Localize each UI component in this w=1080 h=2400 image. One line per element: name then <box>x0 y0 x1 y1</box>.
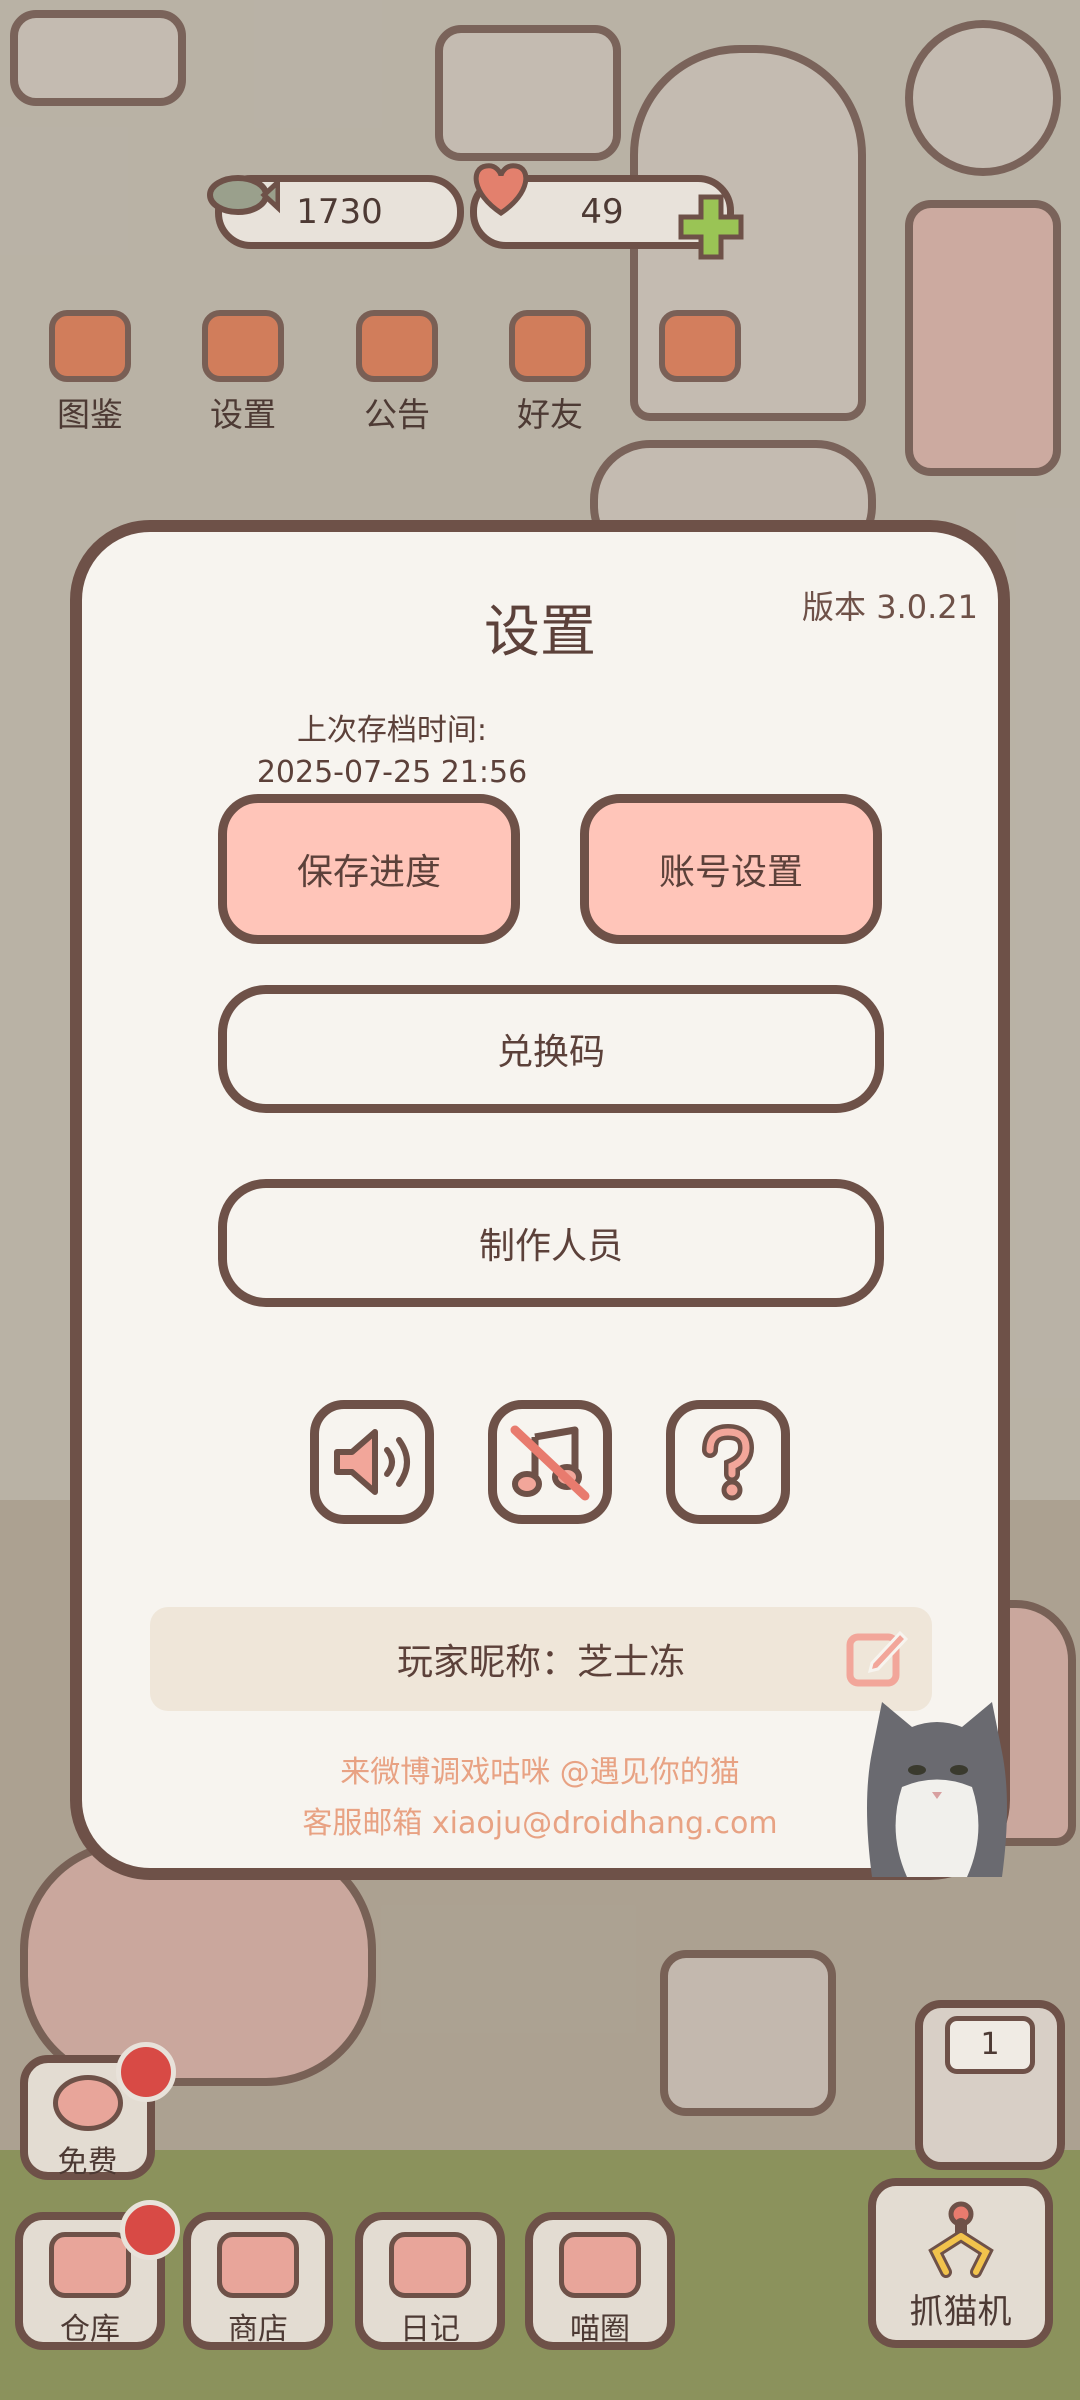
help-icon <box>702 1423 755 1501</box>
account-settings-label: 账号设置 <box>658 852 803 893</box>
fish-count: 1730 <box>296 192 383 232</box>
claw-icon <box>927 2201 994 2278</box>
redeem-code-button[interactable]: 兑换码 <box>218 985 884 1113</box>
menu-hearts[interactable] <box>655 310 745 382</box>
gear-icon <box>202 310 284 382</box>
menu-friends[interactable]: 好友 <box>505 310 595 436</box>
menu-friends-label: 好友 <box>517 395 583 434</box>
nav-shop-label: 商店 <box>228 2312 288 2347</box>
menu-settings-label: 设置 <box>210 395 276 434</box>
nav-shop[interactable]: 商店 <box>183 2212 333 2350</box>
free-label: 免费 <box>57 2145 118 2180</box>
help-button[interactable] <box>666 1400 790 1524</box>
weibo-link[interactable]: 来微博调戏咕咪 @遇见你的猫 <box>82 1747 998 1791</box>
fish-icon <box>207 175 280 215</box>
music-toggle-button[interactable] <box>488 1400 612 1524</box>
last-save-time: 2025-07-25 21:56 <box>256 755 528 790</box>
claw-machine-button[interactable]: 抓猫机 <box>868 2178 1053 2348</box>
nickname-bar: 玩家昵称：芝士冻 <box>150 1607 932 1711</box>
last-save-label: 上次存档时间: <box>296 713 488 748</box>
credits-label: 制作人员 <box>478 1226 623 1267</box>
nav-diary[interactable]: 日记 <box>355 2212 505 2350</box>
nav-cat-circle[interactable]: 喵圈 <box>525 2212 675 2350</box>
last-save-info: 上次存档时间: 2025-07-25 21:56 <box>242 710 542 794</box>
friends-icon <box>509 310 591 382</box>
heart-count: 49 <box>580 192 624 232</box>
account-settings-button[interactable]: 账号设置 <box>580 794 882 944</box>
free-notification-badge <box>116 2042 176 2102</box>
edit-icon[interactable] <box>844 1625 910 1691</box>
shop-icon <box>217 2232 299 2298</box>
sound-icon <box>334 1429 410 1495</box>
cat-planet-icon <box>559 2232 641 2298</box>
nav-storage-label: 仓库 <box>60 2312 120 2347</box>
menu-settings[interactable]: 设置 <box>198 310 288 436</box>
storage-icon <box>49 2232 131 2298</box>
nickname-label: 玩家昵称：芝士冻 <box>396 1642 685 1683</box>
menu-catalog[interactable]: 图鉴 <box>45 310 135 436</box>
menu-catalog-label: 图鉴 <box>57 395 123 434</box>
diary-icon <box>389 2232 471 2298</box>
version-label: 版本 3.0.21 <box>802 588 978 626</box>
nav-cat-circle-label: 喵圈 <box>570 2312 630 2347</box>
menu-announcements-label: 公告 <box>364 395 430 434</box>
heart-icon <box>473 163 529 217</box>
support-email[interactable]: 客服邮箱 xiaoju@droidhang.com <box>82 1798 998 1842</box>
gift-icon <box>356 310 438 382</box>
nav-diary-label: 日记 <box>400 2312 460 2347</box>
broken-heart-icon <box>659 310 741 382</box>
heart-gift-icon <box>52 2075 123 2131</box>
storage-notification-badge <box>120 2200 180 2260</box>
cat-photo <box>867 1702 1007 1877</box>
settings-dialog: 设置 版本 3.0.21 上次存档时间: 2025-07-25 21:56 保存… <box>70 520 1010 1880</box>
music-off-icon <box>510 1425 590 1501</box>
cat-book-icon <box>49 310 131 382</box>
credits-button[interactable]: 制作人员 <box>218 1179 884 1307</box>
save-progress-label: 保存进度 <box>296 852 441 893</box>
save-progress-button[interactable]: 保存进度 <box>218 794 520 944</box>
add-hearts-icon[interactable] <box>676 192 746 262</box>
claw-machine-label: 抓猫机 <box>909 2292 1012 2332</box>
claw-machine-mini[interactable]: 1 <box>915 2000 1065 2170</box>
claw-counter: 1 <box>945 2016 1035 2074</box>
sound-toggle-button[interactable] <box>310 1400 434 1524</box>
menu-announcements[interactable]: 公告 <box>352 310 442 436</box>
redeem-code-label: 兑换码 <box>496 1032 605 1073</box>
